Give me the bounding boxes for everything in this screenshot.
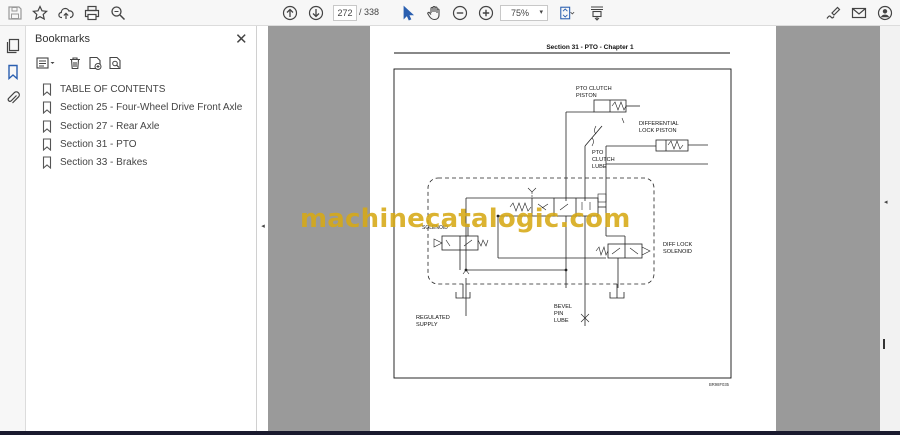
page-fit-icon[interactable] <box>556 3 578 23</box>
page-thumbnails-icon[interactable] <box>4 36 22 56</box>
add-bookmark-icon[interactable] <box>85 54 104 72</box>
chevron-down-icon: ▾ <box>539 9 543 16</box>
bookmark-item-section-31[interactable]: Section 31 - PTO <box>42 136 137 152</box>
bookmark-item-section-27[interactable]: Section 27 - Rear Axle <box>42 118 160 134</box>
label-differential: DIFFERENTIAL <box>639 121 679 127</box>
vertical-scrollbar[interactable]: ◂ <box>880 26 900 431</box>
bookmark-label: Section 31 - PTO <box>60 138 137 150</box>
page-header: Section 31 - PTO - Chapter 1 <box>546 44 634 51</box>
hand-tool-icon[interactable] <box>425 3 443 23</box>
scroll-thumb[interactable] <box>883 339 885 349</box>
account-icon[interactable] <box>876 3 894 23</box>
sign-icon[interactable] <box>824 3 842 23</box>
bookmarks-panel: Bookmarks ✕ TABLE OF CONTENTS Section 25… <box>26 26 257 435</box>
label-solenoid: SOLENOID <box>663 249 692 255</box>
label-bevel-lube: LUBE <box>554 318 569 324</box>
taskbar-strip <box>0 431 900 435</box>
bookmark-label: TABLE OF CONTENTS <box>60 83 166 95</box>
navigation-rail <box>0 26 26 435</box>
close-icon[interactable]: ✕ <box>235 30 248 48</box>
zoom-value: 75% <box>511 8 530 18</box>
select-cursor-icon[interactable] <box>399 3 417 23</box>
bookmark-item-toc[interactable]: TABLE OF CONTENTS <box>42 81 165 97</box>
cloud-upload-icon[interactable] <box>57 3 75 23</box>
label-pto-clutch: PTO CLUTCH <box>576 86 612 92</box>
email-icon[interactable] <box>850 3 868 23</box>
bookmark-tools <box>34 54 125 72</box>
panel-title: Bookmarks <box>35 33 91 45</box>
attachment-icon[interactable] <box>4 88 22 108</box>
star-icon[interactable] <box>31 3 49 23</box>
print-icon[interactable] <box>83 3 101 23</box>
bookmark-panel-icon[interactable] <box>4 62 22 82</box>
page-number-input[interactable]: 272 <box>333 5 357 21</box>
bookmark-label: Section 33 - Brakes <box>60 156 148 168</box>
page-total: / 338 <box>359 7 379 17</box>
collapse-panel-handle[interactable]: ◂ <box>258 222 268 236</box>
page-total-value: 338 <box>364 7 380 17</box>
search-icon[interactable] <box>109 3 127 23</box>
page-separator: / <box>359 7 362 17</box>
zoom-select[interactable]: 75% ▾ <box>500 5 548 21</box>
watermark: machinecatalogic.com <box>300 204 631 234</box>
label-clutch: CLUTCH <box>592 157 615 163</box>
zoom-out-icon[interactable] <box>451 3 469 23</box>
bookmark-item-section-33[interactable]: Section 33 - Brakes <box>42 154 147 170</box>
label-pin: PIN <box>554 311 563 317</box>
bookmark-icon <box>42 155 52 169</box>
label-lube: LUBE <box>592 164 607 170</box>
figure-id: BR98F035 <box>709 382 730 387</box>
delete-bookmark-icon[interactable] <box>65 54 84 72</box>
expand-right-panel-icon[interactable]: ◂ <box>884 198 888 206</box>
next-page-icon[interactable] <box>307 3 325 23</box>
label-pto: PTO <box>592 150 604 156</box>
label-piston: PISTON <box>576 93 597 99</box>
page-display-icon[interactable] <box>588 3 606 23</box>
label-lock-piston: LOCK PISTON <box>639 128 677 134</box>
bookmark-icon <box>42 82 52 96</box>
label-diff-lock: DIFF LOCK <box>663 242 692 248</box>
find-bookmark-icon[interactable] <box>105 54 124 72</box>
bookmark-label: Section 27 - Rear Axle <box>60 120 160 132</box>
bookmark-item-section-25[interactable]: Section 25 - Four-Wheel Drive Front Axle <box>42 99 242 115</box>
bookmark-icon <box>42 137 52 151</box>
zoom-in-icon[interactable] <box>477 3 495 23</box>
label-regulated: REGULATED <box>416 315 450 321</box>
bookmark-icon <box>42 119 52 133</box>
main-toolbar: 272 / 338 75% ▾ <box>0 0 900 26</box>
bookmark-label: Section 25 - Four-Wheel Drive Front Axle <box>60 101 243 113</box>
bookmark-icon <box>42 100 52 114</box>
label-bevel: BEVEL <box>554 304 572 310</box>
previous-page-icon[interactable] <box>281 3 299 23</box>
save-icon[interactable] <box>6 3 24 23</box>
label-supply: SUPPLY <box>416 322 438 328</box>
bookmark-options-icon[interactable] <box>34 54 58 72</box>
